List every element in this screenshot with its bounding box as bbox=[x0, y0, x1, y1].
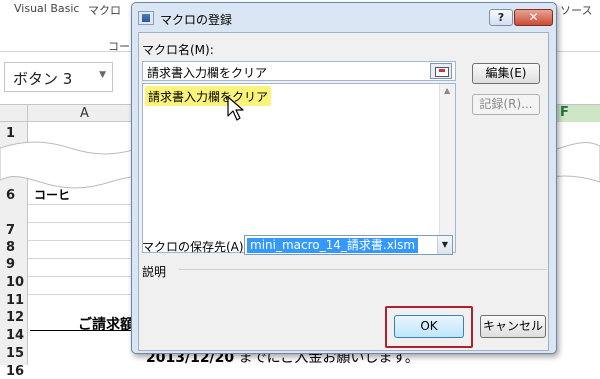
chevron-down-icon[interactable]: ▼ bbox=[437, 236, 452, 254]
ribbon-source[interactable]: ソース bbox=[560, 2, 592, 18]
row-header[interactable]: 11 bbox=[0, 293, 28, 308]
row-header[interactable]: 12 bbox=[0, 310, 28, 325]
name-box[interactable]: ボタン 3 ▼ bbox=[4, 62, 113, 92]
scroll-up-icon[interactable]: ▲ bbox=[444, 86, 450, 95]
column-header-f[interactable]: F bbox=[556, 105, 600, 122]
grid-line bbox=[28, 276, 132, 277]
row-header[interactable]: 8 bbox=[0, 240, 28, 255]
ok-button[interactable]: OK bbox=[394, 315, 464, 338]
row-header[interactable]: 15 bbox=[0, 346, 28, 361]
close-button[interactable]: ✕ bbox=[514, 9, 553, 26]
description-label: 説明 bbox=[142, 265, 167, 279]
macro-name-label: マクロ名(M): bbox=[142, 43, 214, 57]
excel-app-icon bbox=[138, 11, 154, 25]
grid-line bbox=[28, 222, 132, 223]
row-header[interactable]: 14 bbox=[0, 328, 28, 343]
cancel-button[interactable]: キャンセル bbox=[480, 315, 546, 338]
grid-line bbox=[28, 294, 132, 295]
record-button[interactable]: 記録(R)... bbox=[472, 94, 540, 115]
mouse-pointer-icon bbox=[227, 96, 244, 121]
macro-name-input[interactable]: 請求書入力欄をクリア bbox=[142, 61, 456, 81]
row-header[interactable]: 16 bbox=[0, 364, 28, 379]
cell-invoice-amount-label[interactable]: ご請求額 bbox=[78, 314, 134, 334]
edit-button[interactable]: 編集(E) bbox=[472, 63, 540, 84]
row-header[interactable]: 7 bbox=[0, 223, 28, 238]
dialog-body: マクロ名(M): 請求書入力欄をクリア 請求書入力欄をクリア ▲ ▼ 編集(E)… bbox=[138, 32, 549, 351]
grid-line bbox=[28, 204, 132, 205]
ribbon-group-label: コー bbox=[108, 40, 130, 53]
save-in-label: マクロの保存先(A): bbox=[142, 240, 248, 254]
chevron-down-icon[interactable]: ▼ bbox=[99, 70, 106, 80]
column-header-a[interactable]: A bbox=[80, 106, 89, 121]
underline bbox=[30, 330, 134, 331]
help-button[interactable]: ? bbox=[489, 9, 513, 26]
row-header[interactable]: 9 bbox=[0, 257, 28, 272]
save-in-value: mini_macro_14_請求書.xlsm bbox=[247, 238, 419, 253]
grid-line bbox=[28, 258, 132, 259]
name-box-value: ボタン 3 bbox=[13, 70, 73, 88]
ribbon-macro[interactable]: マクロ bbox=[88, 2, 121, 18]
select-all-corner[interactable] bbox=[0, 105, 28, 122]
divider bbox=[179, 269, 547, 270]
collapse-dialog-icon[interactable] bbox=[430, 63, 452, 79]
save-in-select[interactable]: mini_macro_14_請求書.xlsm ▼ bbox=[244, 235, 453, 255]
dialog-title: マクロの登録 bbox=[160, 13, 233, 27]
row-header[interactable]: 10 bbox=[0, 275, 28, 290]
grid-line bbox=[28, 240, 132, 241]
list-scrollbar[interactable]: ▲ ▼ bbox=[439, 84, 455, 252]
macro-list[interactable]: 請求書入力欄をクリア ▲ ▼ bbox=[142, 83, 456, 253]
assign-macro-dialog: マクロの登録 ? ✕ マクロ名(M): 請求書入力欄をクリア 請求書入力欄をクリ… bbox=[131, 2, 557, 354]
list-item[interactable]: 請求書入力欄をクリア bbox=[145, 86, 272, 106]
ribbon-visual-basic[interactable]: Visual Basic bbox=[14, 2, 79, 15]
